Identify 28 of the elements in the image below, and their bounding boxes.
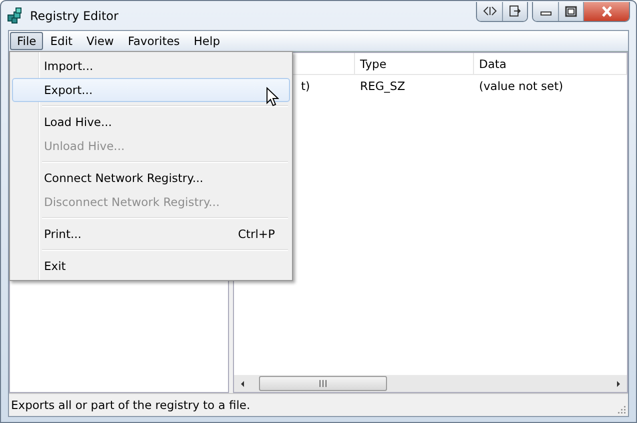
menu-item[interactable]: Help [186, 32, 227, 50]
close-icon [600, 6, 614, 16]
table-cell-text: REG_SZ [359, 78, 406, 92]
maximize-button[interactable] [558, 2, 583, 20]
menu-item[interactable]: Exit [12, 254, 290, 278]
menu-item[interactable]: File [10, 32, 44, 50]
table-cell-text: (value not set) [478, 78, 564, 92]
menu-item[interactable]: Import... [12, 54, 290, 78]
table-cell: t) [301, 78, 310, 92]
code-icon[interactable] [477, 2, 502, 20]
status-text: Exports all or part of the registry to a file. [11, 398, 250, 412]
column-header[interactable]: Type [355, 53, 474, 74]
window-title: Registry Editor [30, 8, 118, 22]
menu-item[interactable]: Edit [43, 32, 80, 50]
menu-item[interactable]: Load Hive... [12, 110, 290, 134]
close-button[interactable] [583, 2, 629, 20]
minimize-button[interactable] [533, 2, 558, 20]
horizontal-scrollbar[interactable] [234, 375, 627, 392]
resize-grip-icon[interactable] [616, 404, 626, 414]
menu-item[interactable]: View [80, 32, 121, 50]
menu-item[interactable]: Favorites [120, 32, 187, 50]
menu-item[interactable]: Connect Network Registry... [12, 166, 290, 190]
maximize-icon [565, 6, 577, 16]
menu-item[interactable]: Export... [12, 78, 290, 102]
column-header[interactable]: Data [474, 53, 627, 74]
menu-item[interactable]: Print... Ctrl+P [12, 222, 290, 246]
cubes-icon [7, 7, 24, 24]
scroll-thumb[interactable] [259, 376, 387, 391]
